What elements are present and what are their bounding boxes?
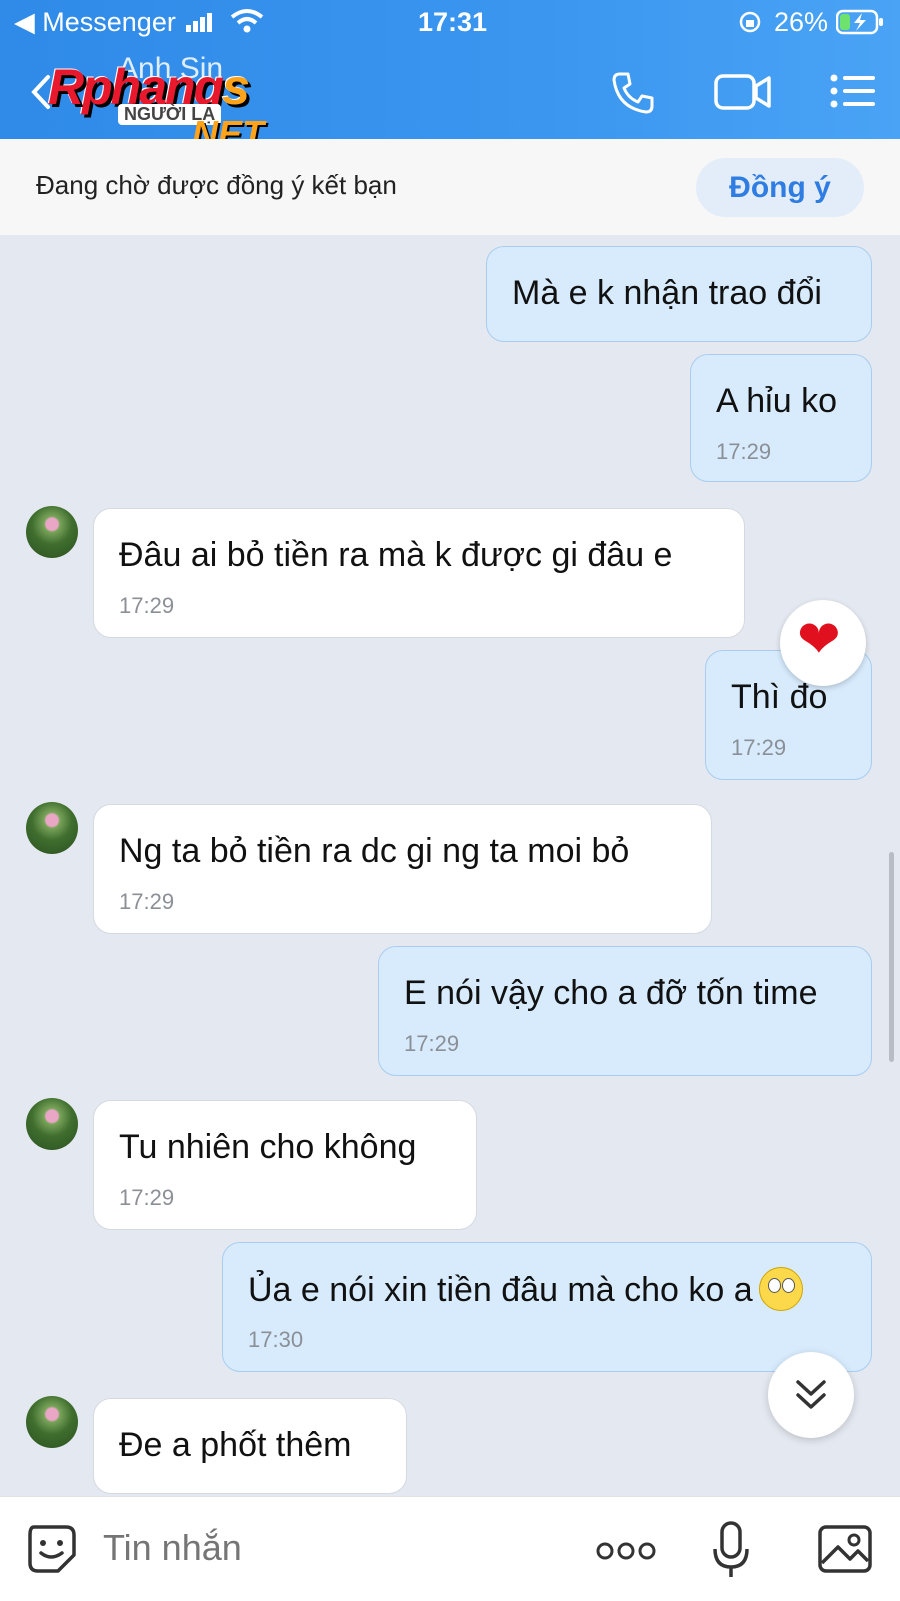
- microphone-icon[interactable]: [712, 1521, 750, 1584]
- scroll-to-bottom-button[interactable]: [768, 1352, 854, 1438]
- rotation-lock-icon: [738, 10, 762, 39]
- phone-icon[interactable]: [610, 70, 656, 121]
- message-bubble-incoming[interactable]: Tu nhiên cho không 17:29: [93, 1100, 477, 1230]
- status-bar: ◀ Messenger 17:31 26%: [0, 0, 900, 46]
- message-time: 17:29: [119, 1185, 175, 1210]
- video-call-icon[interactable]: [714, 72, 772, 117]
- message-text: A hỉu ko: [716, 382, 837, 420]
- message-time: 17:29: [716, 439, 772, 464]
- message-time: 17:29: [119, 889, 175, 914]
- signal-icon: [186, 12, 214, 32]
- more-icon[interactable]: [596, 1541, 656, 1566]
- friend-request-bar: Đang chờ được đồng ý kết bạn Đồng ý: [0, 139, 900, 235]
- message-time: 17:29: [404, 1031, 460, 1056]
- message-text: Ủa e nói xin tiền đâu mà cho ko a: [248, 1267, 803, 1314]
- friend-request-status: Đang chờ được đồng ý kết bạn: [36, 170, 397, 200]
- message-bubble-outgoing[interactable]: Mà e k nhận trao đổi: [486, 246, 872, 342]
- back-to-app-label[interactable]: ◀ Messenger: [14, 7, 176, 38]
- message-text: Tu nhiên cho không: [119, 1128, 417, 1166]
- message-text: Mà e k nhận trao đổi: [512, 274, 822, 312]
- sticker-icon[interactable]: [26, 1523, 78, 1580]
- image-icon[interactable]: [818, 1525, 872, 1578]
- heart-icon: ❤: [797, 611, 841, 669]
- message-bubble-incoming[interactable]: Đe a phốt thêm: [93, 1398, 407, 1494]
- message-bubble-incoming[interactable]: Ng ta bỏ tiền ra dc gi ng ta moi bỏ 17:2…: [93, 804, 712, 934]
- double-chevron-down-icon: [795, 1378, 827, 1417]
- wifi-icon: [230, 8, 264, 39]
- contact-avatar[interactable]: [26, 1098, 78, 1150]
- message-composer: [0, 1496, 900, 1601]
- contact-avatar[interactable]: [26, 802, 78, 854]
- message-bubble-outgoing[interactable]: A hỉu ko 17:29: [690, 354, 872, 482]
- accept-friend-button[interactable]: Đồng ý: [696, 158, 864, 217]
- message-text: Ng ta bỏ tiền ra dc gi ng ta moi bỏ: [119, 832, 630, 870]
- message-time: 17:29: [731, 735, 787, 760]
- message-time: 17:30: [248, 1327, 304, 1352]
- contact-avatar[interactable]: [26, 1396, 78, 1448]
- menu-icon[interactable]: [830, 74, 876, 113]
- battery-percent: 26%: [774, 7, 829, 37]
- message-text: Đâu ai bỏ tiền ra mà k được gi đâu e: [119, 536, 673, 574]
- message-input[interactable]: [103, 1527, 543, 1569]
- contact-avatar[interactable]: [26, 506, 78, 558]
- clock: 17:31: [418, 7, 488, 37]
- message-time: 17:29: [119, 593, 175, 618]
- message-text: E nói vậy cho a đỡ tốn time: [404, 974, 818, 1012]
- chat-header: ◀ Messenger 17:31 26% Anh Sin Rphangs NG…: [0, 0, 900, 154]
- heart-reaction[interactable]: ❤: [780, 600, 866, 686]
- scrollbar[interactable]: [889, 852, 894, 1062]
- smiley-emoji-icon: [758, 1267, 803, 1311]
- message-bubble-outgoing[interactable]: Ủa e nói xin tiền đâu mà cho ko a 17:30: [222, 1242, 872, 1372]
- message-bubble-incoming[interactable]: Đâu ai bỏ tiền ra mà k được gi đâu e 17:…: [93, 508, 745, 638]
- message-bubble-outgoing[interactable]: E nói vậy cho a đỡ tốn time 17:29: [378, 946, 872, 1076]
- battery-icon: [835, 9, 884, 40]
- message-text: Đe a phốt thêm: [119, 1426, 352, 1464]
